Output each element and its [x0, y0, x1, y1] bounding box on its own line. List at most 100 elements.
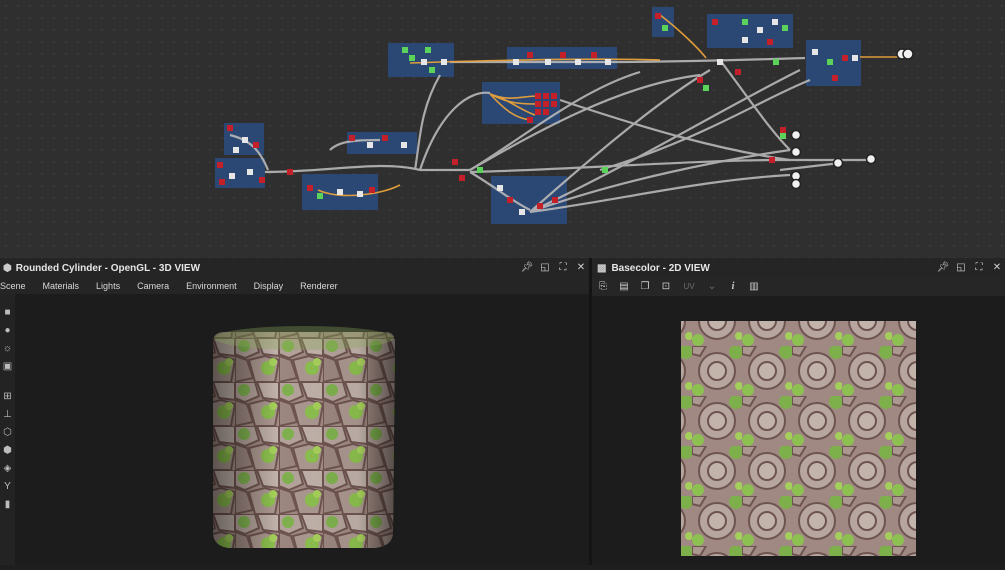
graph-node[interactable]	[497, 185, 503, 191]
graph-node[interactable]	[852, 55, 858, 61]
graph-node[interactable]	[217, 162, 223, 168]
graph-node[interactable]	[401, 142, 407, 148]
node-graph-svg[interactable]	[0, 0, 1005, 258]
grid-icon[interactable]: ⊞	[0, 388, 15, 406]
info-icon[interactable]: i	[726, 280, 740, 294]
graph-node[interactable]	[233, 147, 239, 153]
graph-node[interactable]	[535, 109, 541, 115]
copy-icon[interactable]: ❐	[638, 280, 652, 294]
graph-node[interactable]	[782, 25, 788, 31]
graph-node[interactable]	[780, 133, 786, 139]
graph-node[interactable]	[227, 125, 233, 131]
camera-icon[interactable]: ■	[0, 304, 15, 322]
graph-node[interactable]	[452, 159, 458, 165]
graph-node[interactable]	[575, 59, 581, 65]
graph-node[interactable]	[735, 69, 741, 75]
screenshot-icon[interactable]: ▣	[0, 358, 15, 376]
graph-node[interactable]	[812, 49, 818, 55]
bar-chart-icon[interactable]: ▮	[0, 496, 15, 514]
dropdown-icon[interactable]: ⌄	[705, 280, 719, 294]
graph-node[interactable]	[402, 47, 408, 53]
graph-node[interactable]	[259, 177, 265, 183]
graph-node[interactable]	[527, 117, 533, 123]
graph-node[interactable]	[537, 203, 543, 209]
graph-node[interactable]	[552, 197, 558, 203]
layers-icon[interactable]: ◈	[0, 460, 15, 478]
graph-node[interactable]	[703, 85, 709, 91]
graph-node[interactable]	[219, 179, 225, 185]
graph-node[interactable]	[349, 135, 355, 141]
graph-node[interactable]	[767, 39, 773, 45]
graph-node[interactable]	[519, 209, 525, 215]
float-icon[interactable]: ◱	[538, 261, 552, 275]
graph-node[interactable]	[543, 93, 549, 99]
graph-node[interactable]	[307, 185, 313, 191]
graph-node[interactable]	[697, 77, 703, 83]
graph-node[interactable]	[507, 197, 513, 203]
graph-node[interactable]	[535, 101, 541, 107]
close-icon[interactable]: ✕	[990, 261, 1004, 275]
cube-outline-icon[interactable]: ⬢	[0, 442, 15, 460]
pin-icon[interactable]: 📌︎	[520, 261, 534, 275]
menu-display[interactable]: Display	[254, 281, 284, 291]
environment-icon[interactable]: ☼	[0, 340, 15, 358]
graph-node[interactable]	[337, 189, 343, 195]
menu-materials[interactable]: Materials	[43, 281, 80, 291]
graph-node[interactable]	[543, 109, 549, 115]
graph-node[interactable]	[780, 127, 786, 133]
light-bulb-icon[interactable]: ●	[0, 322, 15, 340]
node-graph-canvas[interactable]	[0, 0, 1005, 258]
graph-node[interactable]	[551, 101, 557, 107]
cube-icon[interactable]: ⬡	[0, 424, 15, 442]
graph-node[interactable]	[429, 67, 435, 73]
graph-node[interactable]	[287, 169, 293, 175]
graph-node[interactable]	[545, 59, 551, 65]
graph-node[interactable]	[543, 101, 549, 107]
graph-node[interactable]	[382, 135, 388, 141]
2d-viewport[interactable]	[592, 296, 1005, 565]
save-icon[interactable]: ▤	[617, 280, 631, 294]
maximize-icon[interactable]: ⛶	[556, 261, 570, 275]
axis-icon[interactable]: ⊥	[0, 406, 15, 424]
graph-node[interactable]	[712, 19, 718, 25]
graph-node[interactable]	[317, 193, 323, 199]
graph-node[interactable]	[605, 59, 611, 65]
menu-renderer[interactable]: Renderer	[300, 281, 338, 291]
pin-icon[interactable]: 📌︎	[936, 261, 950, 275]
graph-node[interactable]	[717, 59, 723, 65]
graph-node[interactable]	[247, 169, 253, 175]
menu-environment[interactable]: Environment	[186, 281, 237, 291]
graph-node[interactable]	[742, 19, 748, 25]
graph-node[interactable]	[409, 55, 415, 61]
graph-node[interactable]	[842, 55, 848, 61]
graph-node[interactable]	[757, 27, 763, 33]
graph-node[interactable]	[591, 52, 597, 58]
graph-node[interactable]	[369, 187, 375, 193]
uv-toggle[interactable]: UV	[680, 280, 698, 294]
graph-node[interactable]	[602, 167, 608, 173]
graph-node[interactable]	[229, 173, 235, 179]
menu-scene[interactable]: Scene	[0, 281, 26, 291]
histogram-icon[interactable]: ▥	[747, 280, 761, 294]
graph-node[interactable]	[441, 59, 447, 65]
close-icon[interactable]: ✕	[574, 261, 588, 275]
graph-node[interactable]	[477, 167, 483, 173]
graph-node[interactable]	[425, 47, 431, 53]
float-icon[interactable]: ◱	[954, 261, 968, 275]
graph-node[interactable]	[742, 37, 748, 43]
graph-node[interactable]	[655, 13, 661, 19]
graph-node[interactable]	[421, 59, 427, 65]
graph-node[interactable]	[769, 157, 775, 163]
graph-node[interactable]	[357, 191, 363, 197]
menu-lights[interactable]: Lights	[96, 281, 120, 291]
export-icon[interactable]: ⎘	[596, 280, 610, 294]
graph-node[interactable]	[560, 52, 566, 58]
graph-node[interactable]	[459, 175, 465, 181]
graph-node[interactable]	[513, 59, 519, 65]
graph-node[interactable]	[242, 137, 248, 143]
graph-node[interactable]	[527, 52, 533, 58]
graph-node[interactable]	[773, 59, 779, 65]
graph-node[interactable]	[535, 93, 541, 99]
graph-node[interactable]	[832, 75, 838, 81]
graph-node[interactable]	[772, 19, 778, 25]
